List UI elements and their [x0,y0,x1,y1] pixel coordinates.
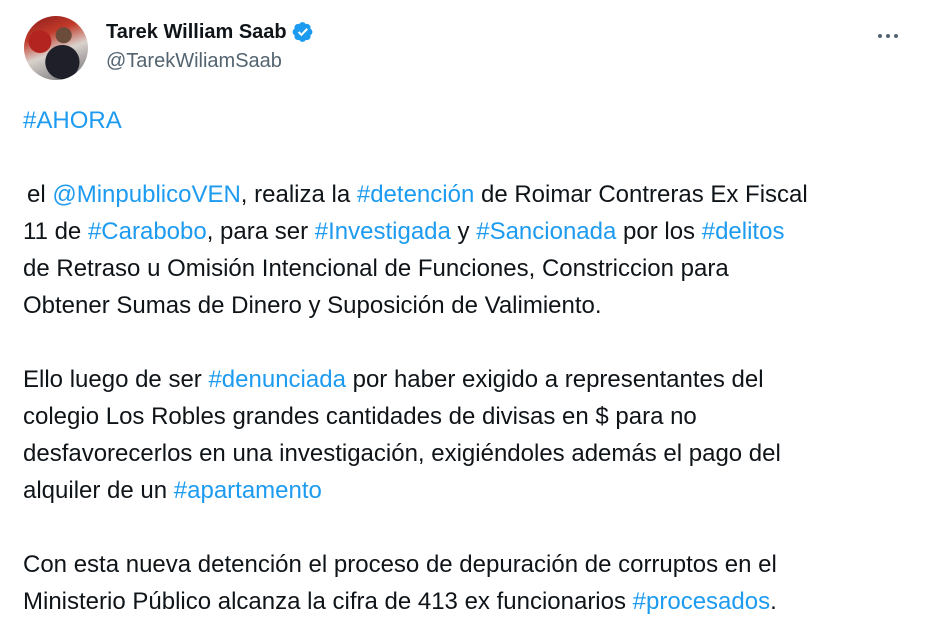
verified-badge-icon [292,22,313,42]
tweet-text: #AHORA el @MinpublicoVEN, realiza la #de… [23,102,903,620]
paragraph-2: el @MinpublicoVEN, realiza la #detención… [23,176,903,324]
text-segment: y [450,218,477,245]
text-segment: , realiza la [240,181,357,208]
text-segment: . [770,588,777,615]
text-segment: desfavorecerlos en una investigación, ex… [23,440,781,467]
tweet-card: Tarek William Saab @TarekWiliamSaab #AHO… [0,0,932,640]
hashtag-procesados[interactable]: #procesados [633,588,770,615]
text-segment: Con esta nueva detención el proceso de d… [23,551,777,578]
handle[interactable]: @TarekWiliamSaab [106,50,314,73]
hashtag-sancionada[interactable]: #Sancionada [476,218,616,245]
hashtag-carabobo[interactable]: #Carabobo [88,218,207,245]
display-name-row: Tarek William Saab [106,18,314,46]
hashtag-detencion[interactable]: #detención [357,181,474,208]
dot-icon [878,34,882,38]
text-segment: de Roimar Contreras Ex Fiscal [474,181,808,208]
paragraph-4: Con esta nueva detención el proceso de d… [23,546,903,620]
avatar[interactable] [24,16,88,80]
text-segment: 11 de [23,218,88,245]
dot-icon [886,34,890,38]
hashtag-investigada[interactable]: #Investigada [315,218,451,245]
text-segment: alquiler de un [23,477,174,504]
hashtag-delitos[interactable]: #delitos [702,218,785,245]
text-segment: Ministerio Público alcanza la cifra de 4… [23,588,633,615]
tweet-header: Tarek William Saab @TarekWiliamSaab [24,16,908,80]
paragraph-1: #AHORA [23,102,903,139]
text-segment: de Retraso u Omisión Intencional de Func… [23,255,729,282]
hashtag-apartamento[interactable]: #apartamento [174,477,322,504]
text-segment: , para ser [206,218,315,245]
paragraph-3: Ello luego de ser #denunciada por haber … [23,361,903,509]
text-segment: Obtener Sumas de Dinero y Suposición de … [23,292,602,319]
text-segment: por los [616,218,702,245]
more-options-button[interactable] [868,22,908,50]
mention-minpublico[interactable]: @MinpublicoVEN [52,181,240,208]
display-name[interactable]: Tarek William Saab [106,21,287,44]
text-segment: el [27,181,53,208]
text-segment: Ello luego de ser [23,366,209,393]
hashtag-denunciada[interactable]: #denunciada [208,366,345,393]
dot-icon [894,34,898,38]
hashtag-ahora[interactable]: #AHORA [23,107,122,134]
text-segment: por haber exigido a representantes del [345,366,764,393]
author-info: Tarek William Saab @TarekWiliamSaab [106,18,314,73]
text-segment: colegio Los Robles grandes cantidades de… [23,403,697,430]
